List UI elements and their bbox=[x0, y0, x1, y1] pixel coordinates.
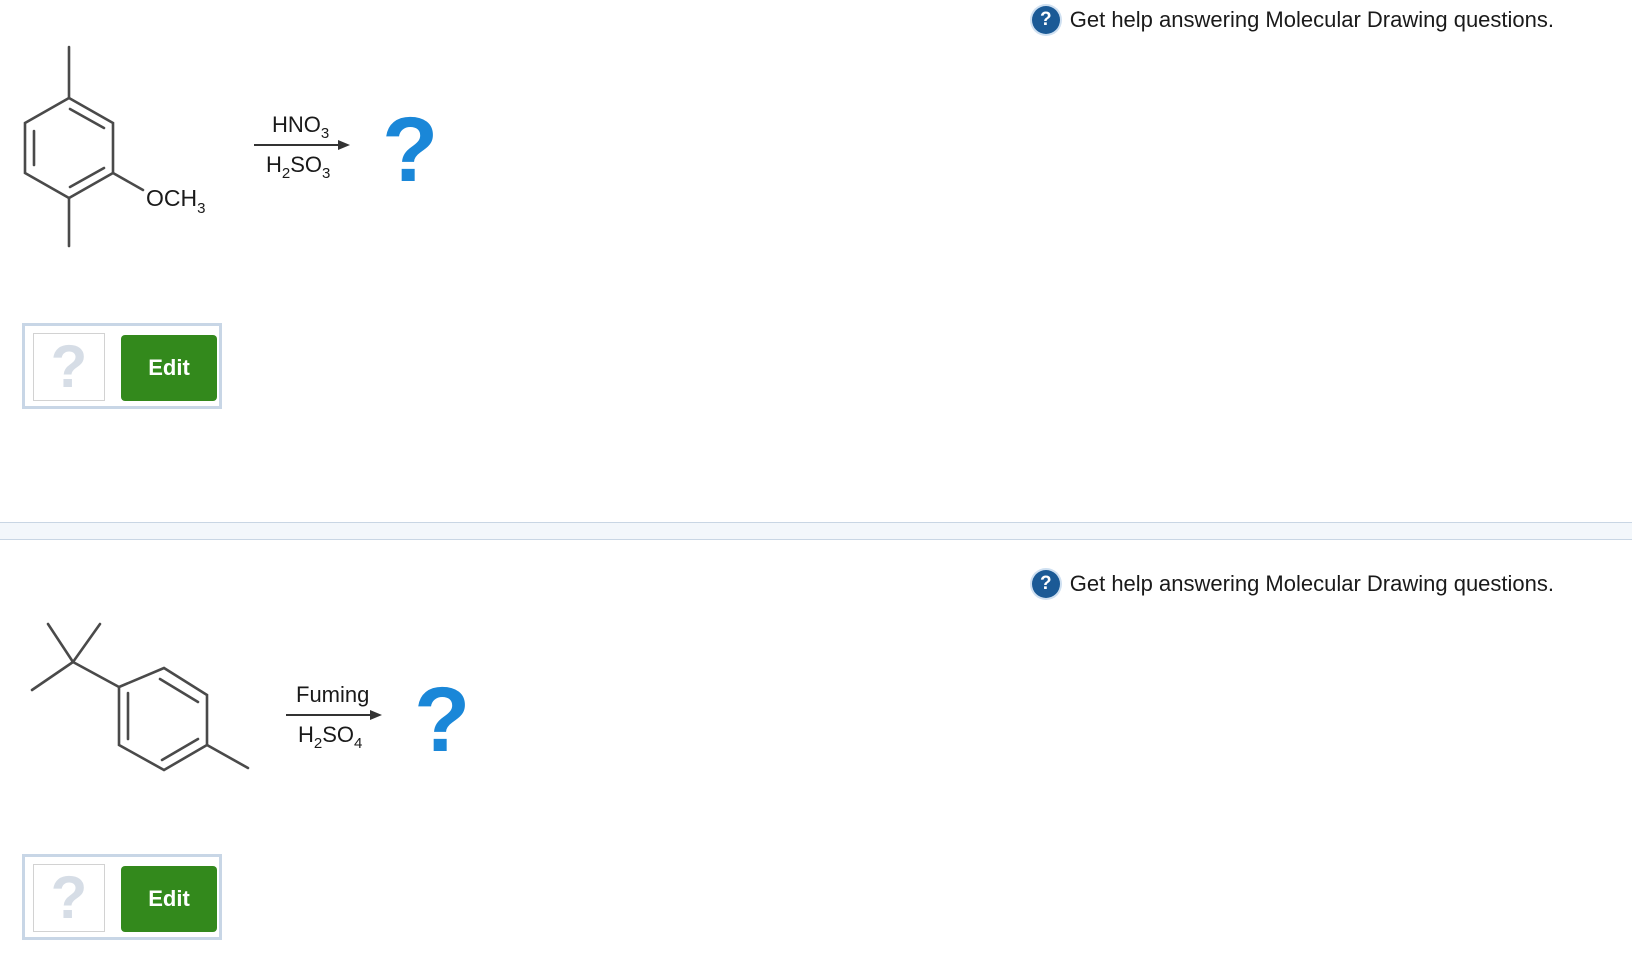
reagent-top-q2: Fuming bbox=[296, 682, 369, 707]
reagent-bottom-q1: H2SO3 bbox=[266, 152, 330, 182]
help-link-q1[interactable]: ? Get help answering Molecular Drawing q… bbox=[1031, 6, 1554, 34]
answer-preview-q1[interactable]: ? bbox=[33, 333, 105, 401]
help-circle-icon: ? bbox=[1031, 6, 1060, 34]
answer-box-q2: ? Edit bbox=[22, 854, 222, 940]
answer-preview-q2[interactable]: ? bbox=[33, 864, 105, 932]
help-link-q2[interactable]: ? Get help answering Molecular Drawing q… bbox=[1031, 570, 1554, 598]
methoxy-label: OCH3 bbox=[146, 185, 205, 217]
answer-box-q1: ? Edit bbox=[22, 323, 222, 409]
product-question-mark-q2: ? bbox=[414, 669, 471, 771]
reaction-arrow-q2: Fuming H2SO4 bbox=[286, 682, 382, 752]
edit-button-q1[interactable]: Edit bbox=[121, 335, 217, 401]
reaction-arrow-q1: HNO3 H2SO3 bbox=[254, 112, 350, 182]
product-question-mark-q1: ? bbox=[382, 99, 439, 201]
help-circle-icon: ? bbox=[1031, 570, 1060, 598]
edit-button-q2[interactable]: Edit bbox=[121, 866, 217, 932]
reactant-molecule-q2 bbox=[30, 622, 250, 772]
reagent-top-q1: HNO3 bbox=[272, 112, 329, 142]
question-separator bbox=[0, 522, 1632, 540]
reactant-molecule-q1: OCH3 bbox=[23, 45, 205, 248]
reagent-bottom-q2: H2SO4 bbox=[298, 722, 362, 752]
help-link-text: Get help answering Molecular Drawing que… bbox=[1069, 571, 1554, 596]
help-link-text: Get help answering Molecular Drawing que… bbox=[1069, 7, 1554, 32]
